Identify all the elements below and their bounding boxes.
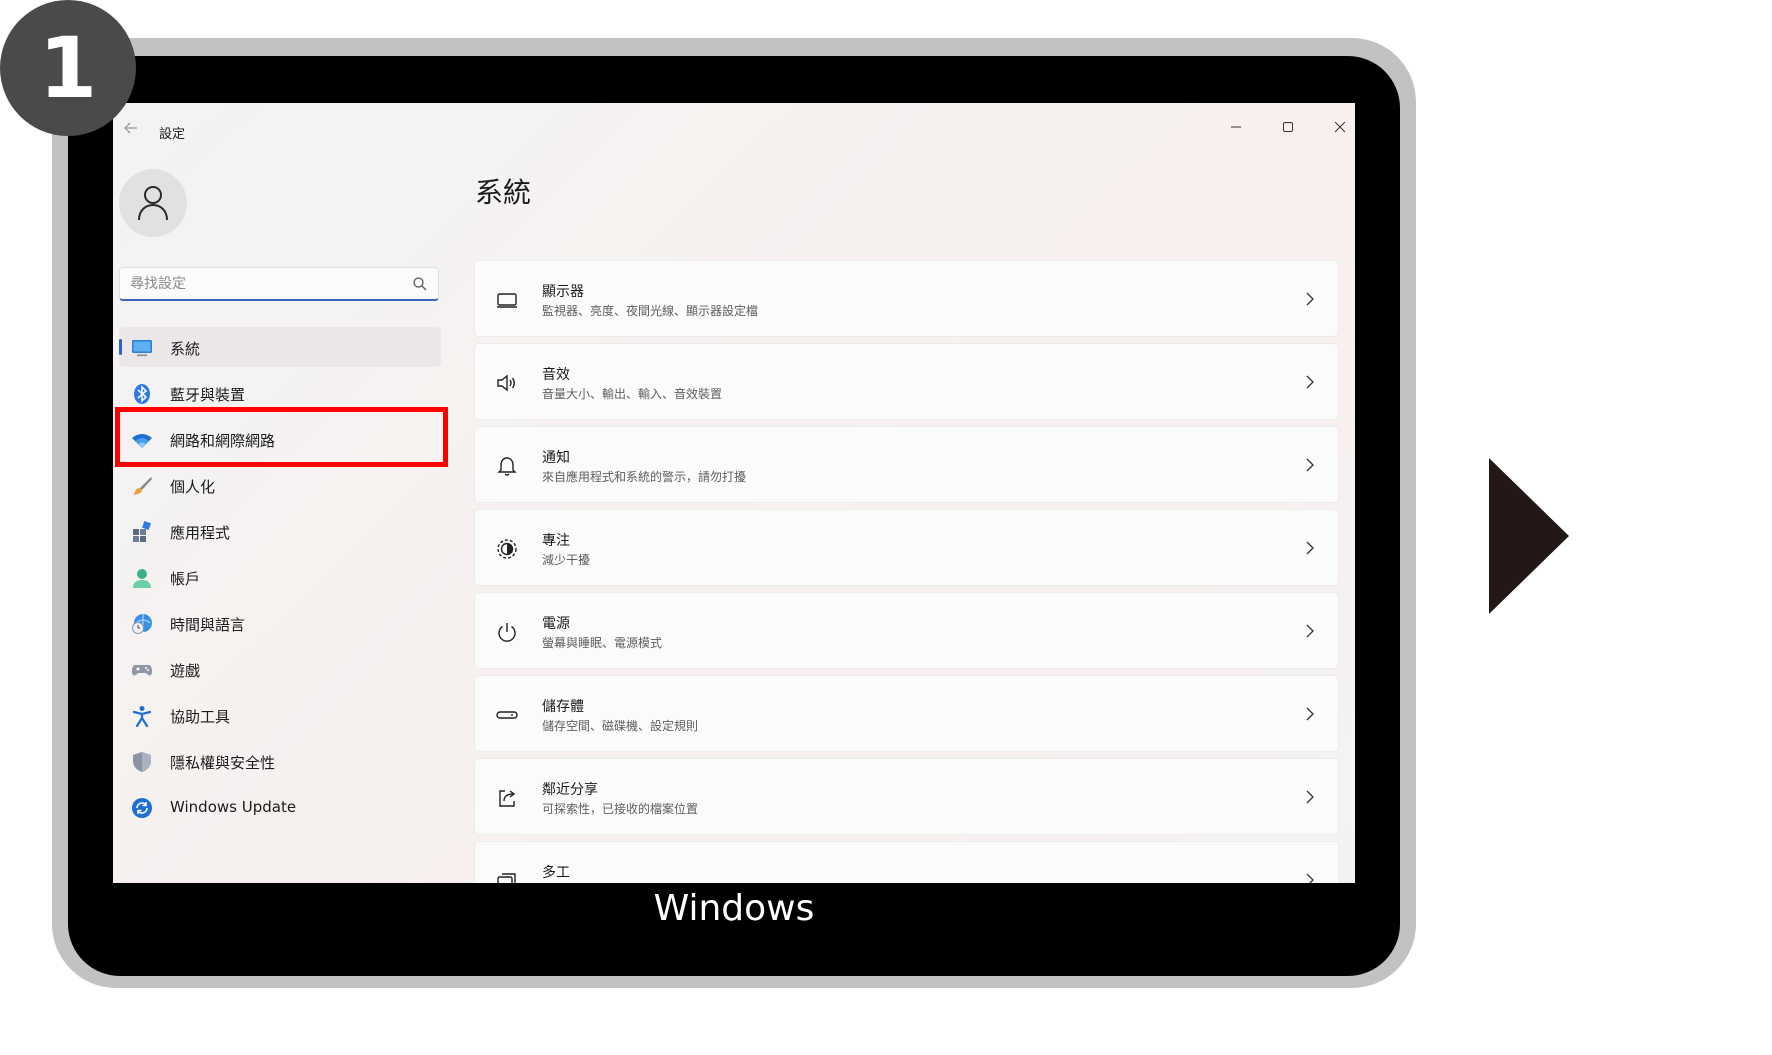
item-subtitle: 可探索性，已接收的檔案位置 (542, 802, 699, 816)
settings-window: 設定 系統 (113, 103, 1355, 883)
focus-icon (497, 539, 517, 559)
chevron-right-icon (1306, 541, 1314, 555)
window-title: 設定 (159, 127, 186, 142)
item-title: 專注 (542, 533, 570, 549)
sidebar-item-label: 隱私權與安全性 (170, 754, 276, 772)
back-arrow-icon (124, 122, 137, 134)
display-icon (497, 293, 517, 308)
sidebar-item-apps[interactable]: 應用程式 (119, 511, 441, 551)
user-icon (138, 186, 168, 221)
search-box[interactable] (119, 267, 439, 301)
settings-item-nearby-sharing[interactable]: 鄰近分享 可探索性，已接收的檔案位置 (474, 758, 1339, 835)
next-step-arrow-icon (1489, 458, 1569, 614)
update-icon (132, 798, 152, 818)
sidebar-item-label: 應用程式 (170, 524, 231, 542)
minimize-icon (1231, 126, 1241, 128)
settings-item-multitasking[interactable]: 多工 (474, 841, 1339, 883)
item-title: 顯示器 (542, 284, 584, 300)
item-subtitle: 音量大小、輸出、輸入、音效裝置 (542, 387, 723, 401)
share-icon (499, 790, 516, 807)
device-label: Windows (653, 888, 815, 929)
sidebar-item-label: 協助工具 (170, 708, 231, 726)
step-number: 1 (38, 19, 98, 117)
power-icon (498, 623, 516, 642)
search-input[interactable] (130, 274, 400, 294)
sidebar-item-label: 帳戶 (170, 570, 201, 588)
settings-item-notifications[interactable]: 通知 來自應用程式和系統的警示，請勿打擾 (474, 426, 1339, 503)
sidebar-nav: 系統 藍牙與裝置 網路和網際網路 個人化 應用程式 帳戶 時間與語言 遊戲 協助… (119, 327, 441, 833)
minimize-button[interactable] (1213, 111, 1259, 143)
chevron-right-icon (1306, 707, 1314, 721)
gamepad-icon (131, 665, 153, 676)
sidebar-item-accessibility[interactable]: 協助工具 (119, 695, 441, 735)
maximize-button[interactable] (1265, 111, 1311, 143)
chevron-right-icon (1306, 292, 1314, 306)
apps-icon (133, 521, 151, 542)
maximize-icon (1283, 122, 1293, 132)
settings-item-power[interactable]: 電源 螢幕與睡眠、電源模式 (474, 592, 1339, 669)
close-button[interactable] (1317, 111, 1355, 143)
item-subtitle: 監視器、亮度、夜間光線、顯示器設定檔 (542, 304, 759, 318)
sidebar-item-time-language[interactable]: 時間與語言 (119, 603, 441, 643)
bell-icon (497, 457, 517, 476)
sidebar-item-accounts[interactable]: 帳戶 (119, 557, 441, 597)
title-bar: 設定 (113, 103, 1355, 159)
item-title: 鄰近分享 (542, 782, 598, 798)
sidebar-item-privacy[interactable]: 隱私權與安全性 (119, 741, 441, 781)
account-icon (133, 569, 151, 588)
sidebar-item-label: 藍牙與裝置 (170, 386, 246, 404)
brush-icon (134, 477, 152, 495)
sidebar-item-label: 個人化 (170, 478, 216, 496)
user-avatar[interactable] (119, 169, 187, 237)
step-number-badge: 1 (0, 0, 136, 136)
storage-icon (496, 711, 518, 719)
system-icon (132, 340, 152, 357)
accessibility-icon (132, 706, 152, 727)
highlight-box (115, 407, 448, 467)
item-title: 通知 (542, 450, 570, 466)
close-icon (1334, 121, 1346, 133)
item-subtitle: 減少干擾 (542, 553, 591, 567)
settings-item-storage[interactable]: 儲存體 儲存空間、磁碟機、設定規則 (474, 675, 1339, 752)
sidebar-item-label: Windows Update (170, 798, 297, 816)
sidebar-item-system[interactable]: 系統 (119, 327, 441, 367)
settings-item-focus[interactable]: 專注 減少干擾 (474, 509, 1339, 586)
sound-icon (497, 374, 515, 392)
sidebar-item-label: 遊戲 (170, 662, 201, 680)
back-button[interactable] (119, 119, 143, 143)
item-title: 音效 (542, 367, 570, 383)
active-indicator (119, 339, 122, 355)
chevron-right-icon (1306, 790, 1314, 804)
search-icon (413, 277, 427, 291)
chevron-right-icon (1306, 375, 1314, 389)
sidebar-item-gaming[interactable]: 遊戲 (119, 649, 441, 689)
item-subtitle: 來自應用程式和系統的警示，請勿打擾 (542, 470, 747, 484)
item-subtitle: 螢幕與睡眠、電源模式 (542, 636, 663, 650)
settings-item-display[interactable]: 顯示器 監視器、亮度、夜間光線、顯示器設定檔 (474, 260, 1339, 337)
item-title: 多工 (542, 865, 570, 881)
item-subtitle: 儲存空間、磁碟機、設定規則 (542, 719, 699, 733)
item-title: 儲存體 (542, 699, 584, 715)
page-title: 系統 (475, 176, 532, 209)
bluetooth-icon (134, 384, 150, 404)
settings-list: 顯示器 監視器、亮度、夜間光線、顯示器設定檔 音效 音量大小、輸出、輸入、音效裝… (474, 260, 1339, 883)
sidebar-item-personalization[interactable]: 個人化 (119, 465, 441, 505)
sidebar-item-label: 時間與語言 (170, 616, 246, 634)
item-title: 電源 (542, 616, 570, 632)
shield-icon (133, 752, 151, 772)
chevron-right-icon (1306, 873, 1314, 883)
sidebar-item-windows-update[interactable]: Windows Update (119, 787, 441, 827)
settings-item-sound[interactable]: 音效 音量大小、輸出、輸入、音效裝置 (474, 343, 1339, 420)
time-language-icon (132, 614, 152, 634)
chevron-right-icon (1306, 458, 1314, 472)
sidebar-item-label: 系統 (170, 340, 201, 358)
chevron-right-icon (1306, 624, 1314, 638)
multitask-icon (497, 873, 516, 883)
